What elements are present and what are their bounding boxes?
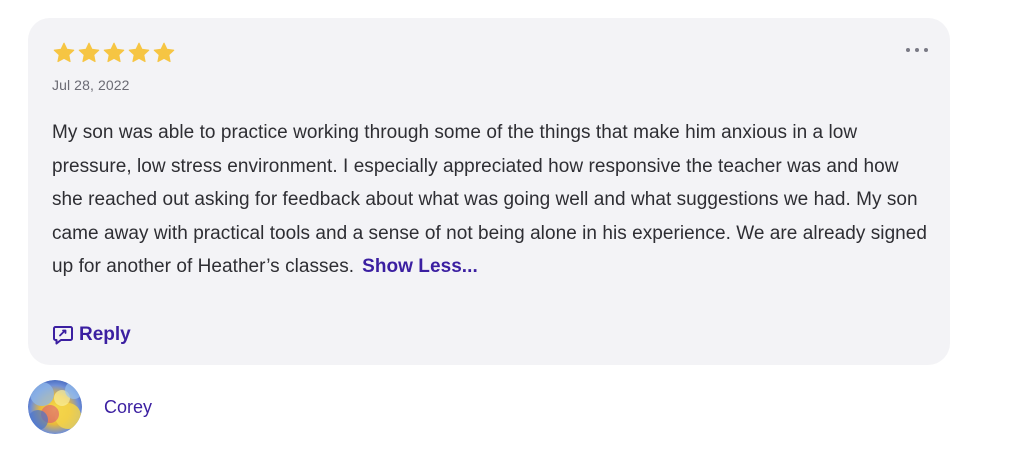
star-icon [103, 42, 125, 63]
reply-icon [53, 326, 73, 345]
author-name[interactable]: Corey [104, 397, 152, 418]
review-date: Jul 28, 2022 [52, 77, 130, 93]
review-text: My son was able to practice working thro… [52, 116, 932, 284]
star-icon [153, 42, 175, 63]
more-horizontal-icon [924, 48, 928, 52]
star-rating [52, 41, 176, 65]
star-icon [53, 42, 75, 63]
star-icon [78, 42, 100, 63]
review-card: Jul 28, 2022 My son was able to practice… [28, 18, 950, 365]
star-icon [128, 42, 150, 63]
review-body-text: My son was able to practice working thro… [52, 122, 928, 277]
reply-label: Reply [79, 324, 131, 345]
review-author: Corey [28, 380, 152, 434]
show-less-link[interactable]: Show Less... [362, 256, 478, 277]
reply-button[interactable]: Reply [52, 324, 131, 346]
more-horizontal-icon [915, 48, 919, 52]
more-horizontal-icon [906, 48, 910, 52]
review-page: Jul 28, 2022 My son was able to practice… [0, 0, 1024, 452]
more-options-button[interactable] [906, 44, 928, 56]
avatar[interactable] [28, 380, 82, 434]
